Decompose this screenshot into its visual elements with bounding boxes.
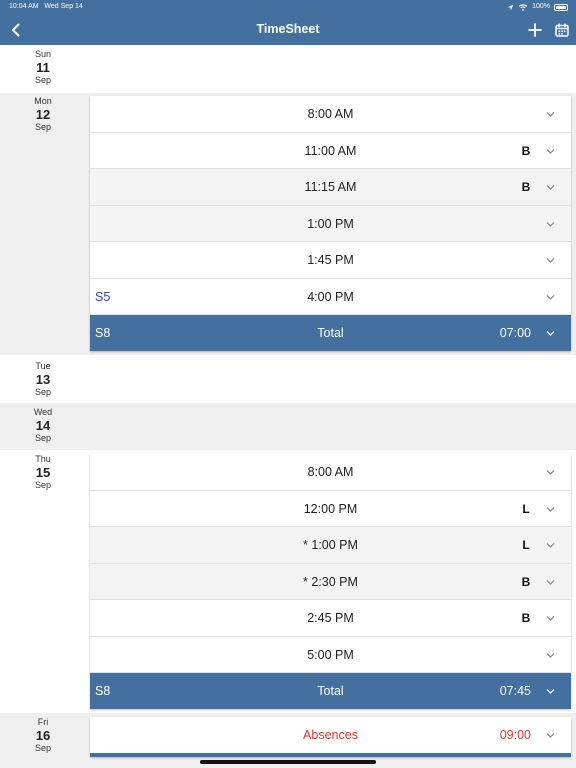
time-entry-row[interactable]: 1:00 PM <box>90 205 571 242</box>
day-row-tue[interactable]: Tue 13 Sep <box>0 355 576 403</box>
status-time: 10:04 AM Wed Sep 14 <box>9 3 83 10</box>
chevron-down-icon <box>546 616 555 621</box>
break-tag: B <box>521 180 531 194</box>
entries-card-mon: 8:00 AM 11:00 AM B 11:15 AM B 1:00 PM 1:… <box>90 96 571 351</box>
total-hours: 07:00 <box>499 326 531 340</box>
chevron-down-icon <box>546 185 555 190</box>
day-label: Wed 14 Sep <box>33 407 53 443</box>
chevron-down-icon <box>546 733 555 738</box>
time-entry-row[interactable]: 11:15 AM B <box>90 169 571 206</box>
time-entry-row[interactable]: 1:45 PM <box>90 242 571 279</box>
chevron-down-icon <box>546 331 555 336</box>
absences-hours: 09:00 <box>499 728 531 742</box>
battery-icon <box>554 3 568 11</box>
chevron-down-icon <box>546 221 555 227</box>
nav-bar: TimeSheet <box>0 14 576 45</box>
page-title: TimeSheet <box>256 22 320 36</box>
absences-row[interactable]: Absences 09:00 <box>90 717 571 753</box>
chevron-down-icon <box>546 506 555 512</box>
day-row-sun[interactable]: Sun 11 Sep <box>0 45 576 93</box>
break-tag: B <box>521 611 531 625</box>
time-entry-row[interactable]: 8:00 AM <box>90 96 571 133</box>
day-label: Fri 16 Sep <box>34 717 51 753</box>
time-entry-row[interactable]: 11:00 AM B <box>90 133 571 169</box>
total-row[interactable]: S8 Total 07:45 <box>90 673 571 709</box>
chevron-down-icon <box>546 689 555 694</box>
day-label: Tue 13 Sep <box>34 361 51 397</box>
time-entry-row[interactable]: 5:00 PM <box>90 637 571 673</box>
chevron-down-icon <box>546 294 555 300</box>
total-row[interactable]: S8 Total 07:00 <box>90 315 571 351</box>
chevron-down-icon <box>546 543 555 548</box>
lunch-tag: L <box>522 538 530 552</box>
chevron-down-icon <box>546 579 555 585</box>
chevron-down-icon <box>546 258 555 263</box>
chevron-down-icon <box>546 652 555 658</box>
total-hours: 07:45 <box>499 684 531 698</box>
day-label: Mon 12 Sep <box>34 96 52 132</box>
next-row-strip <box>90 753 571 757</box>
time-entry-row[interactable]: S5 4:00 PM <box>90 279 571 315</box>
chevron-down-icon <box>546 470 555 475</box>
location-icon <box>507 4 514 10</box>
day-label: Sun 11 Sep <box>34 49 51 85</box>
status-indicators: 100% <box>507 0 568 14</box>
plus-icon <box>528 22 542 37</box>
time-entry-row[interactable]: 8:00 AM <box>90 454 571 491</box>
break-tag: B <box>521 143 531 158</box>
calendar-button[interactable] <box>551 14 573 45</box>
chevron-down-icon <box>546 148 555 154</box>
lunch-tag: L <box>522 501 530 516</box>
day-row-wed[interactable]: Wed 14 Sep <box>0 403 576 450</box>
time-entry-row[interactable]: 12:00 PM L <box>90 491 571 527</box>
entries-card-thu: 8:00 AM 12:00 PM L * 1:00 PM L * 2:30 PM… <box>90 454 571 709</box>
add-button[interactable] <box>524 14 546 45</box>
home-indicator[interactable] <box>200 760 376 764</box>
chevron-down-icon <box>546 112 555 117</box>
battery-percent: 100% <box>532 3 550 10</box>
wifi-icon <box>518 3 528 11</box>
time-entry-row[interactable]: * 1:00 PM L <box>90 527 571 564</box>
time-entry-row[interactable]: * 2:30 PM B <box>90 563 571 600</box>
calendar-icon <box>555 22 569 37</box>
time-entry-row[interactable]: 2:45 PM B <box>90 600 571 637</box>
entries-card-fri: Absences 09:00 <box>90 717 571 757</box>
status-bar: 10:04 AM Wed Sep 14 100% <box>0 0 576 14</box>
day-label: Thu 15 Sep <box>34 454 51 490</box>
break-tag: B <box>521 574 531 589</box>
